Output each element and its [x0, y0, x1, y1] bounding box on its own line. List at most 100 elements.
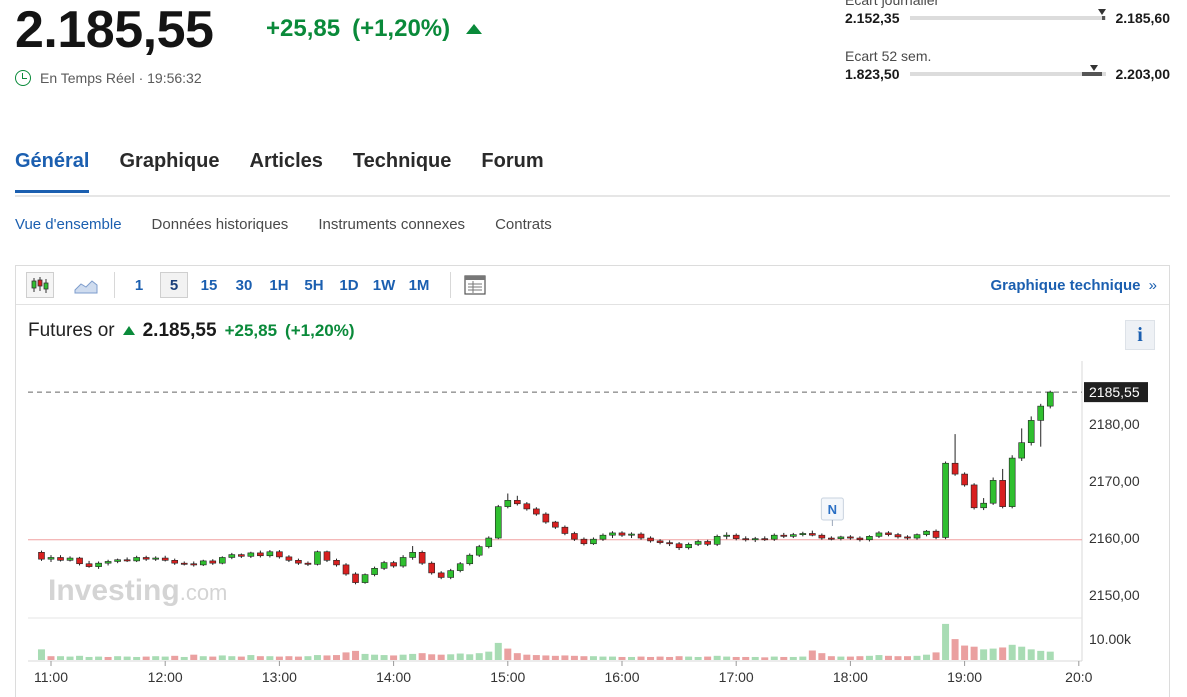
candle-body: [190, 563, 198, 566]
candle-body: [799, 533, 807, 535]
tab-forum[interactable]: Forum: [481, 150, 543, 193]
volume-bar: [704, 656, 712, 660]
last-price-badge-label: 2185,55: [1089, 384, 1140, 400]
volume-bar: [570, 655, 578, 660]
candle-body: [980, 502, 987, 509]
chart-price: 2.185,55: [142, 320, 217, 341]
candle-body: [761, 538, 769, 541]
candle-body: [447, 570, 455, 578]
up-arrow-icon: [466, 24, 483, 34]
candle-body: [276, 551, 283, 558]
volume-bar: [409, 653, 417, 660]
candle-body: [704, 541, 711, 545]
candle-body: [866, 536, 873, 541]
candle-body: [942, 462, 949, 538]
chart-header: Futures or 2.185,55 +25,85 (+1,20%): [28, 320, 355, 342]
watermark-brand: Investing: [48, 574, 180, 607]
instrument-name: Futures or: [28, 320, 115, 341]
x-tick-label: 16:00: [604, 669, 639, 685]
candle-body: [361, 574, 369, 583]
candle-body: [732, 534, 740, 539]
realtime-status: En Temps Réel · 19:56:32: [15, 70, 202, 86]
volume-bar: [313, 655, 321, 660]
candle-body: [742, 538, 750, 541]
volume-bar: [608, 656, 616, 660]
volume-bar: [390, 655, 398, 660]
candle-body: [238, 554, 245, 557]
candle-body: [114, 559, 121, 562]
candle-body: [171, 560, 179, 564]
52-week-range-marker-icon: [1089, 65, 1098, 71]
volume-bar: [827, 656, 835, 660]
daily-range-high: 2.185,60: [1115, 10, 1171, 26]
volume-bar: [142, 656, 150, 660]
volume-bar: [770, 656, 778, 660]
candle-body: [285, 556, 293, 561]
candle-body: [352, 573, 359, 583]
subtab-overview[interactable]: Vue d'ensemble: [15, 216, 122, 233]
y-tick-label: 2170,00: [1089, 473, 1140, 489]
info-button[interactable]: i: [1125, 320, 1155, 350]
tab-chart[interactable]: Graphique: [119, 150, 219, 193]
52-week-range-fill: [1081, 72, 1102, 76]
volume-bar: [980, 649, 988, 660]
x-tick-label: 17:00: [719, 669, 754, 685]
candle-body: [475, 546, 483, 556]
volume-bar: [589, 656, 597, 660]
volume-bar: [837, 656, 845, 660]
daily-range-bar: [909, 9, 1106, 20]
subtab-contracts[interactable]: Contrats: [495, 216, 552, 233]
volume-bar: [228, 656, 236, 660]
sub-tabs: Vue d'ensemble Données historiques Instr…: [15, 216, 552, 233]
volume-bar: [875, 655, 883, 660]
candle-body: [95, 562, 102, 567]
volume-bar: [209, 656, 217, 660]
volume-bar: [865, 655, 873, 660]
volume-bar: [428, 654, 436, 660]
volume-bar: [380, 655, 388, 660]
main-tabs: Général Graphique Articles Technique For…: [15, 150, 544, 193]
volume-bar: [685, 656, 693, 660]
candle-body: [675, 543, 683, 549]
candle-body: [885, 532, 892, 535]
volume-bar: [542, 655, 550, 660]
tab-articles[interactable]: Articles: [250, 150, 323, 193]
candle-body: [685, 544, 692, 549]
volume-bar: [95, 656, 103, 660]
y-tick-label: 2180,00: [1089, 416, 1140, 432]
chart-change-percent: (+1,20%): [285, 321, 355, 340]
candle-body: [856, 537, 864, 541]
volume-bar: [523, 654, 531, 660]
candle-body: [542, 513, 550, 523]
daily-range-marker-icon: [1097, 9, 1106, 15]
volume-bar: [999, 647, 1007, 660]
news-marker[interactable]: N: [820, 497, 844, 526]
volume-bar: [371, 654, 379, 660]
candle-body: [780, 534, 788, 537]
candle-body: [1027, 420, 1035, 443]
volume-bar: [447, 654, 455, 660]
volume-bar: [989, 648, 997, 660]
volume-bar: [218, 655, 226, 660]
volume-bar: [647, 656, 655, 660]
candle-body: [199, 560, 207, 566]
tab-general[interactable]: Général: [15, 150, 90, 193]
52-week-range: Ecart 52 sem. 1.823,50 2.203,00: [845, 48, 1170, 82]
subtab-historical-data[interactable]: Données historiques: [152, 216, 289, 233]
tab-technical[interactable]: Technique: [353, 150, 452, 193]
candle-body: [219, 557, 226, 564]
volume-bar: [789, 656, 797, 660]
volume-bar: [923, 654, 931, 660]
candle-body: [485, 537, 493, 547]
subtab-related-instruments[interactable]: Instruments connexes: [318, 216, 465, 233]
candle-body: [970, 484, 978, 509]
volume-bar: [1046, 651, 1054, 660]
volume-bar: [399, 654, 407, 660]
candle-body: [828, 537, 835, 540]
candle-body: [266, 551, 274, 557]
daily-range: Écart journalier 2.152,35 2.185,60: [845, 0, 1170, 26]
candle-body: [533, 508, 540, 515]
volume-bar: [323, 655, 331, 660]
candle-body: [751, 538, 759, 541]
volume-bar: [152, 656, 160, 660]
